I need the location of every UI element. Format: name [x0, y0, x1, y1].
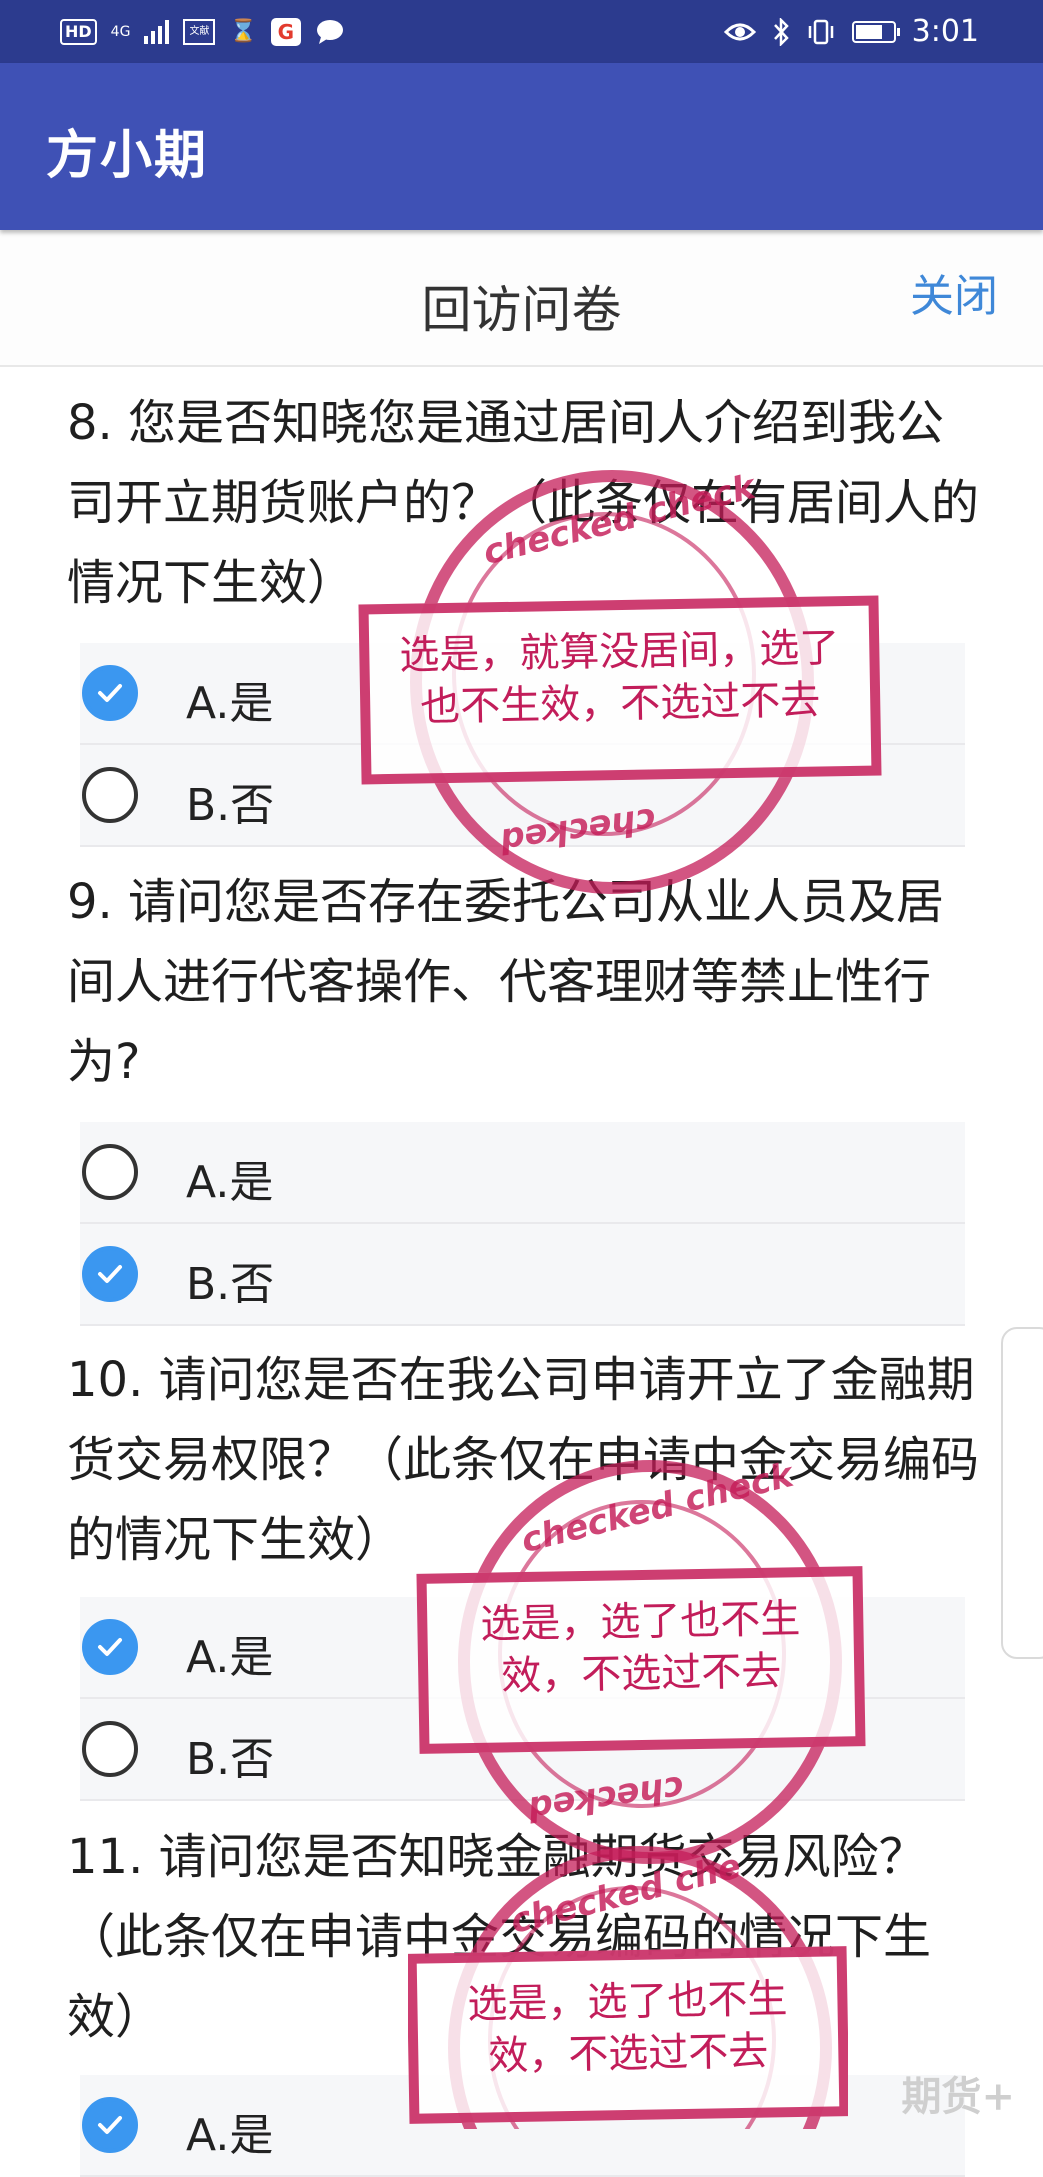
status-bar: HD 4G 文献 ⌛ G 3:01 [0, 0, 1043, 63]
radio-checked-icon[interactable] [82, 2097, 138, 2153]
question-9-option-b[interactable]: B.否 [80, 1224, 965, 1326]
news-app-icon: 文献 [183, 18, 216, 45]
eye-comfort-icon [723, 17, 756, 47]
status-bar-right: 3:01 [723, 14, 1043, 49]
clock: 3:01 [911, 14, 979, 49]
option-label: A.是 [186, 678, 274, 729]
side-scroll-handle[interactable] [1001, 1327, 1043, 1659]
bluetooth-icon [772, 17, 790, 47]
option-label: B.否 [186, 780, 275, 831]
question-8-text: 8. 您是否知晓您是通过居间人介绍到我公司开立期货账户的？（此条仅在有居间人的情… [67, 395, 980, 611]
radio-unchecked-icon[interactable] [82, 1721, 138, 1777]
questionnaire-content[interactable]: 8. 您是否知晓您是通过居间人介绍到我公司开立期货账户的？（此条仅在有居间人的情… [0, 365, 1043, 2177]
app-title: 方小期 [46, 126, 209, 186]
question-10-text: 10. 请问您是否在我公司申请开立了金融期货交易权限？（此条仅在申请中金交易编码… [67, 1352, 980, 1568]
option-label: A.是 [186, 1632, 274, 1683]
status-bar-left: HD 4G 文献 ⌛ G [0, 17, 345, 47]
dialog-header: 回访问卷 关闭 [0, 230, 1043, 367]
radio-unchecked-icon[interactable] [82, 1144, 138, 1200]
option-label: A.是 [186, 1157, 274, 1208]
question-9-text: 9. 请问您是否存在委托公司从业人员及居间人进行代客操作、代客理财等禁止性行为? [67, 874, 945, 1090]
radio-checked-icon[interactable] [82, 1246, 138, 1302]
question-10-option-a[interactable]: A.是 [80, 1597, 965, 1699]
battery-icon [851, 20, 900, 43]
question-11-option-a[interactable]: A.是 [80, 2075, 965, 2177]
hourglass-icon: ⌛ [229, 18, 257, 44]
network-type-icon: 4G [110, 23, 131, 40]
question-8-option-b[interactable]: B.否 [80, 745, 965, 847]
g-app-icon: G [270, 17, 301, 46]
question-11-text: 11. 请问您是否知晓金融期货交易风险？（此条仅在申请中金交易编码的情况下生效） [67, 1829, 932, 2045]
question-10-option-b[interactable]: B.否 [80, 1699, 965, 1801]
hd-icon: HD [60, 18, 97, 45]
vibrate-icon [806, 17, 836, 47]
watermark-logo: 期货+ [901, 2073, 1015, 2120]
radio-checked-icon[interactable] [82, 1619, 138, 1675]
radio-unchecked-icon[interactable] [82, 767, 138, 823]
signal-strength-icon [144, 19, 170, 44]
option-label: B.否 [186, 1734, 275, 1785]
chat-bubble-icon [315, 17, 345, 47]
question-9-option-a[interactable]: A.是 [80, 1122, 965, 1224]
question-8-option-a[interactable]: A.是 [80, 643, 965, 745]
close-button[interactable]: 关闭 [910, 260, 998, 324]
option-label: A.是 [186, 2110, 274, 2161]
dialog-title: 回访问卷 [421, 281, 622, 339]
radio-checked-icon[interactable] [82, 665, 138, 721]
app-bar: 方小期 [0, 63, 1043, 230]
option-label: B.否 [186, 1259, 275, 1310]
